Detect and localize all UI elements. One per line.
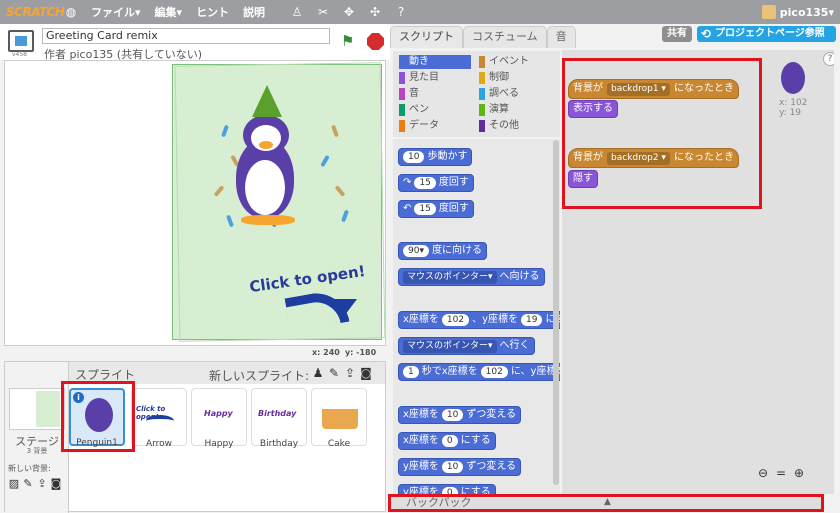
palette-scrollbar[interactable] [553,140,559,485]
point-towards-block[interactable]: マウスのポインター▾ へ向ける [398,268,545,286]
turn-right-icon: ↷ [403,177,412,188]
happy-thumb-text: Happy [204,409,233,418]
penguin-beak [259,141,273,149]
stop-sign-icon[interactable] [367,33,384,50]
backdrop-camera-icon[interactable]: ◙ [49,478,63,490]
stage-column: ステージ 3 背景 新しい背景: ▨ ✎ ⇪ ◙ [5,362,69,513]
tab-sounds[interactable]: 音 [546,26,576,48]
change-x-block[interactable]: x座標を 10 ずつ変える [398,406,522,424]
sprite-thumb-birthday[interactable]: Birthday Birthday [251,388,307,449]
sprite-preview-image [781,62,805,94]
zoom-in-icon[interactable]: ⊕ [792,466,806,480]
sprite-thumb-happy[interactable]: Happy Happy [191,388,247,449]
project-title-input[interactable]: Greeting Card remix [42,28,330,44]
help-question-icon[interactable]: ? [394,5,408,19]
stage-thumbnail[interactable] [9,388,65,430]
tab-costumes[interactable]: コスチューム [463,26,547,48]
turn-left-icon: ↶ [403,203,412,214]
green-flag-icon[interactable]: ⚑ [341,32,357,50]
category-motion[interactable]: 動き [399,55,471,69]
zoom-controls: ⊖ = ⊕ [756,466,806,480]
right-edge [834,50,840,512]
tab-scripts[interactable]: スクリプト [390,26,463,48]
see-project-page-button[interactable]: プロジェクトページ参照 [697,26,836,42]
stage-canvas[interactable]: Click to open! [4,60,386,346]
editor-tabs: スクリプト コスチューム 音 [390,24,576,48]
avatar [761,5,776,19]
backdrop-paint-icon[interactable]: ✎ [21,478,35,490]
sprite-name: Birthday [259,439,299,449]
sprite-name: Cake [327,439,351,449]
party-hat [252,85,282,117]
point-direction-block[interactable]: 90▾ 度に向ける [398,242,487,260]
goto-block[interactable]: マウスのポインター▾ へ行く [398,337,535,355]
birthday-thumb-text: Birthday [258,409,297,418]
stage-mouse-coords: x: 240 y: -180 [312,348,377,357]
turn-right-block[interactable]: ↷ 15 度回す [398,174,474,192]
glide-block[interactable]: 1秒でx座標を102に、y座標を [398,363,560,381]
category-sensing[interactable]: 調べる [479,87,551,101]
sprite-upload-icon[interactable]: ⇪ [342,366,358,380]
block-categories: 動き イベント 見た目 制御 音 調べる ペン 演算 データ その他 [393,51,560,137]
sprite-thumb-arrow[interactable]: Click to open! Arrow [131,388,187,449]
fullscreen-icon[interactable] [8,30,34,52]
sprite-camera-icon[interactable]: ◙ [358,366,374,380]
arrow-head-icon [333,299,357,315]
sprite-thumb-cake[interactable]: Cake [311,388,367,449]
set-y-block[interactable]: y座標を 0 にする [398,484,496,494]
category-operators[interactable]: 演算 [479,103,551,117]
move-steps-block[interactable]: 10 歩動かす [398,148,473,166]
zoom-reset-icon[interactable]: = [774,466,788,480]
user-menu[interactable]: pico135▾ [761,0,834,24]
penguin-belly [245,160,285,215]
current-sprite-info: x: 102 y: 19 [777,60,811,120]
goto-xy-block[interactable]: x座標を102、y座標を19にする [398,311,560,329]
sprite-library-icon[interactable]: ♟ [310,366,326,380]
category-data[interactable]: データ [399,119,471,133]
category-more-blocks[interactable]: その他 [479,119,551,133]
category-events[interactable]: イベント [479,55,551,69]
arrow-thumb-image [146,415,174,427]
category-looks[interactable]: 見た目 [399,71,471,85]
new-backdrop-label: 新しい背景: [8,464,51,473]
backdrop-count: 3 背景 [26,447,48,455]
sprite-paint-icon[interactable]: ✎ [326,366,342,380]
backdrop-upload-icon[interactable]: ⇪ [35,478,49,490]
shrink-icon[interactable]: ✣ [368,5,382,19]
share-button[interactable]: 共有 [662,26,692,42]
block-palette: 10 歩動かす ↷ 15 度回す ↶ 15 度回す 90▾ 度に向ける マウスのポインター▾… [393,139,560,494]
highlight-box-scripts [562,58,762,209]
cake-thumb-image [322,403,358,429]
penguin-feet [241,215,295,225]
category-pen[interactable]: ペン [399,103,471,117]
menu-file[interactable]: ファイル▾ [84,0,148,24]
username: pico135▾ [779,5,834,19]
category-sound[interactable]: 音 [399,87,471,101]
stage-header: v458 Greeting Card remix 作者 pico135 (共有し… [0,24,390,61]
menu-tips[interactable]: ヒント [189,0,236,24]
greeting-card: Click to open! [172,62,386,342]
top-menu-bar: SCRATCH ◍ ファイル▾ 編集▾ ヒント 説明 ♙ ✂ ✥ ✣ ? pic… [0,0,840,24]
zoom-out-icon[interactable]: ⊖ [756,466,770,480]
new-sprite-label: 新しいスプライト: [209,369,310,383]
sprite-name: Happy [204,439,234,449]
highlight-box-sprite [61,381,135,452]
version-label: v458 [12,51,28,58]
change-y-block[interactable]: y座標を 10 ずつ変える [398,458,522,476]
menu-edit[interactable]: 編集▾ [148,0,190,24]
set-x-block[interactable]: x座標を 0 にする [398,432,496,450]
duplicate-stamp-icon[interactable]: ♙ [290,5,304,19]
menu-about[interactable]: 説明 [236,0,272,24]
grow-icon[interactable]: ✥ [342,5,356,19]
highlight-box-backpack [388,494,824,512]
backdrop-library-icon[interactable]: ▨ [7,478,21,490]
sprite-xy: x: 102 y: 19 [779,98,808,118]
category-control[interactable]: 制御 [479,71,551,85]
delete-scissors-icon[interactable]: ✂ [316,5,330,19]
scratch-logo[interactable]: SCRATCH [0,0,65,24]
turn-left-block[interactable]: ↶ 15 度回す [398,200,474,218]
sprite-name: Arrow [145,439,173,449]
language-globe-icon[interactable]: ◍ [64,5,78,19]
